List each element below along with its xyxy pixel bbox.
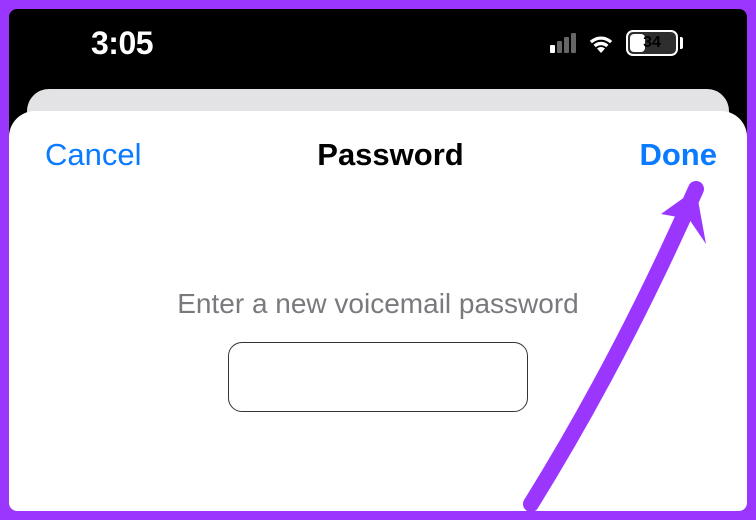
password-input[interactable]	[228, 342, 528, 412]
sheet-header: Cancel Password Done	[9, 131, 747, 173]
battery-indicator: 34	[626, 30, 683, 56]
status-indicators: 34	[550, 30, 683, 56]
cancel-button[interactable]: Cancel	[45, 137, 142, 173]
done-button[interactable]: Done	[639, 137, 717, 173]
sheet-title: Password	[317, 137, 463, 173]
prompt-label: Enter a new voicemail password	[9, 288, 747, 320]
wifi-icon	[586, 32, 616, 54]
modal-sheet: Cancel Password Done Enter a new voicema…	[9, 111, 747, 511]
cellular-signal-icon	[550, 33, 576, 53]
battery-percentage: 34	[628, 34, 676, 52]
status-bar: 3:05 34	[9, 9, 747, 89]
status-time: 3:05	[91, 25, 153, 62]
screenshot-frame: 3:05 34	[9, 9, 747, 511]
